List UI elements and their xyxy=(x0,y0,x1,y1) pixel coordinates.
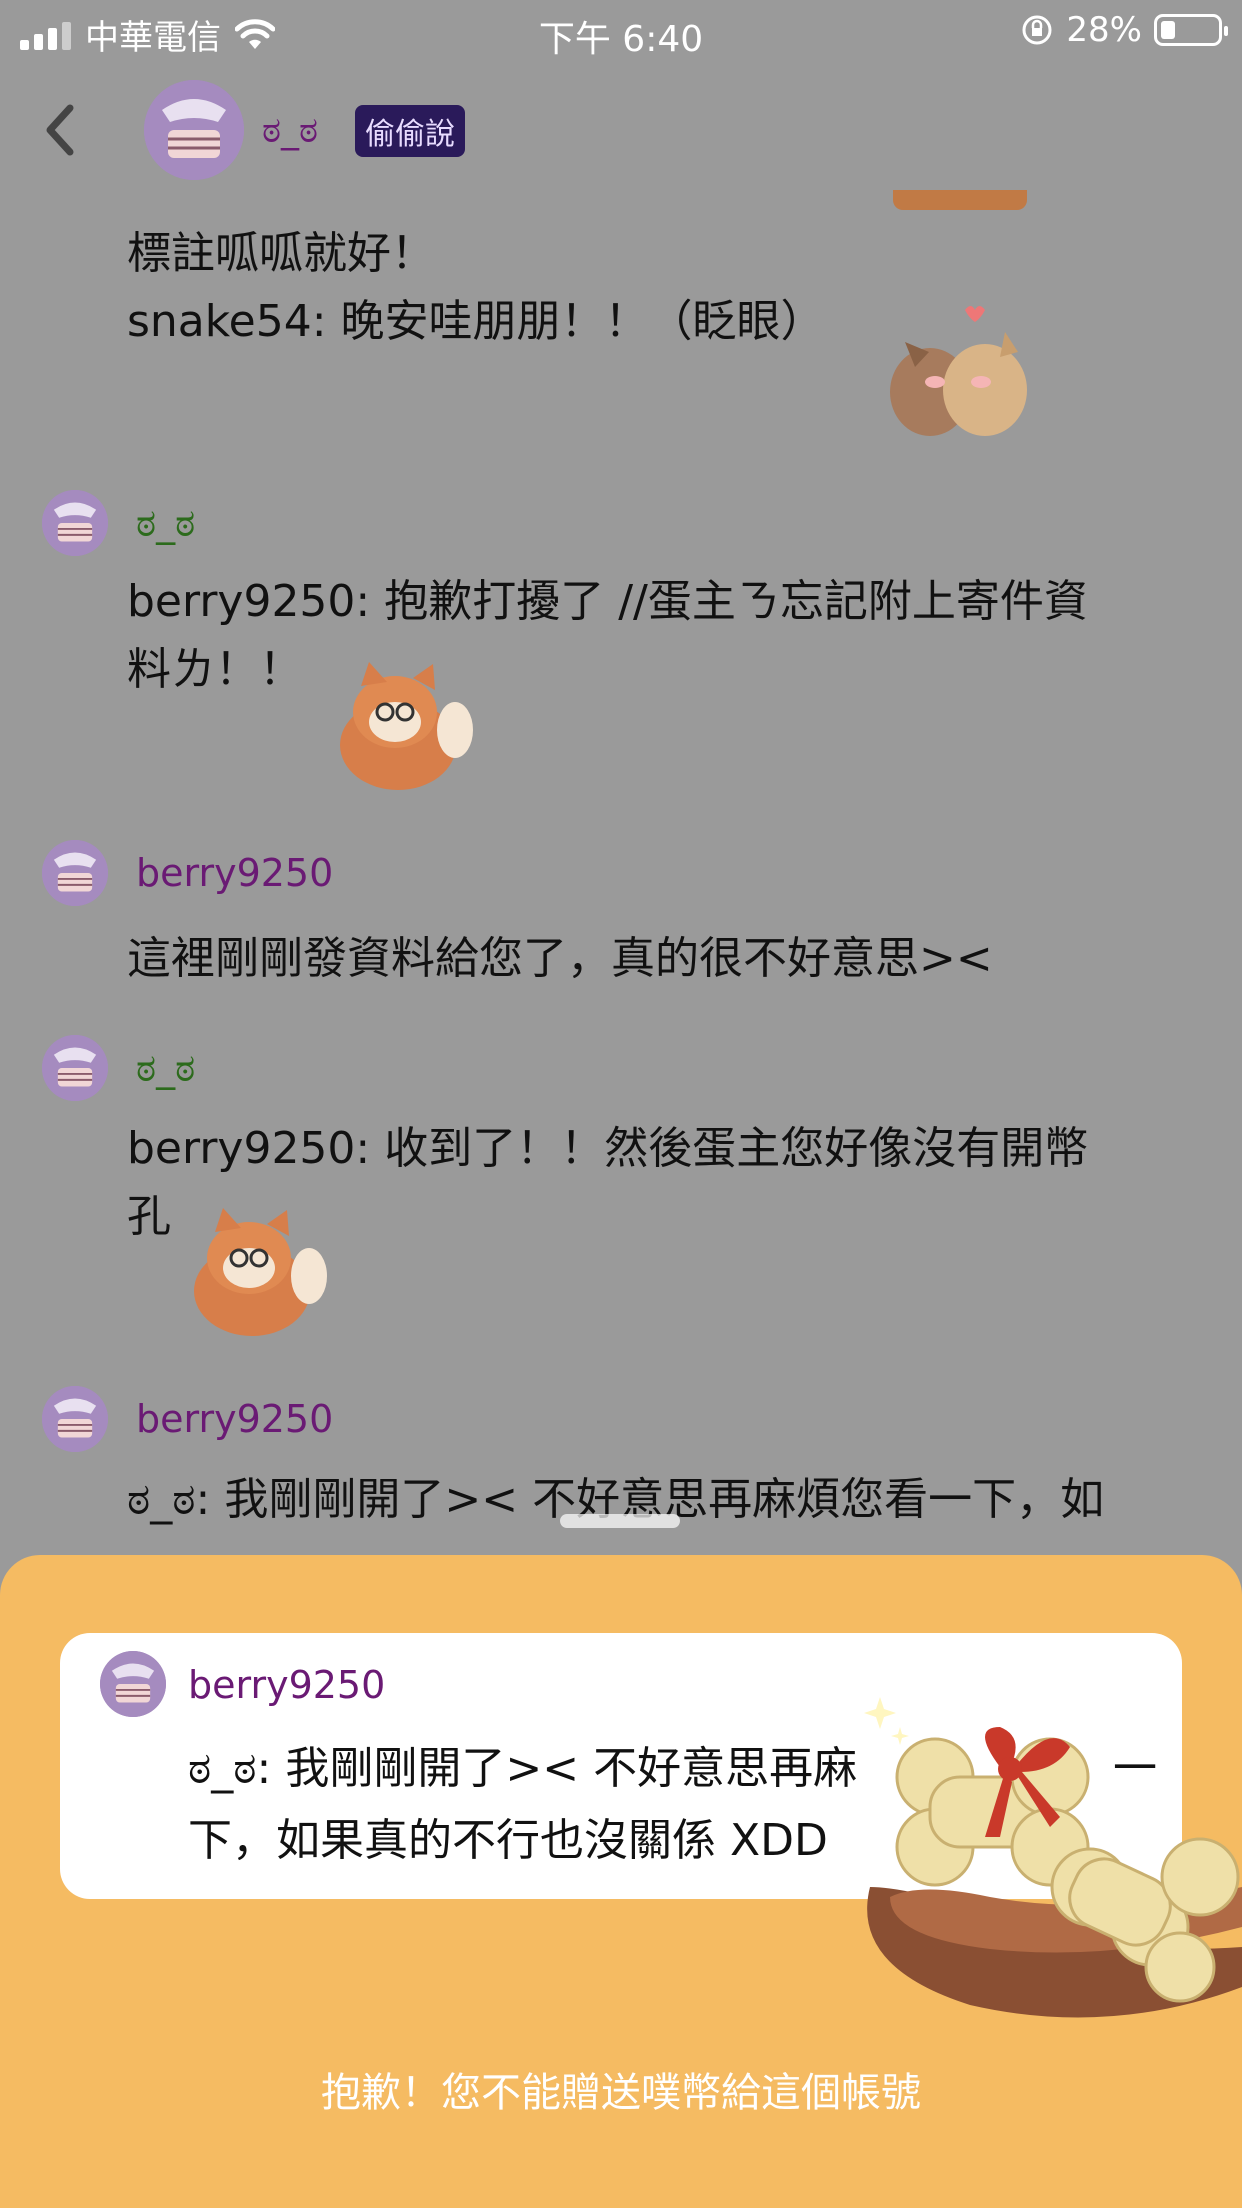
message-username[interactable]: ಠ_ಠ xyxy=(136,501,195,546)
chat-header: ಠ_ಠ 偷偷說 xyxy=(0,70,1242,190)
message-username[interactable]: ಠ_ಠ xyxy=(136,1046,195,1091)
message-username[interactable]: berry9250 xyxy=(136,1397,333,1441)
sticker-image xyxy=(893,190,1027,210)
status-bar: 中華電信 下午 6:40 28% xyxy=(0,0,1242,62)
battery-percent: 28% xyxy=(1066,10,1142,50)
message-header: ಠ_ಠ xyxy=(42,490,195,556)
header-username[interactable]: ಠ_ಠ xyxy=(262,110,318,152)
avatar[interactable] xyxy=(42,1035,108,1101)
card-username: berry9250 xyxy=(188,1663,386,1707)
status-right: 28% xyxy=(1020,10,1228,50)
battery-icon xyxy=(1154,14,1228,46)
avatar[interactable] xyxy=(42,840,108,906)
kissing-animals-sticker xyxy=(885,302,1029,438)
message-username[interactable]: berry9250 xyxy=(136,851,333,895)
fox-sticker xyxy=(187,1206,329,1336)
bone-cookie-illustration xyxy=(850,1687,1242,2027)
fox-sticker xyxy=(333,660,475,790)
avatar[interactable] xyxy=(42,1386,108,1452)
message-text: berry9250: 抱歉打擾了 //蛋主ㄋ忘記附上寄件資 料ㄌ！！ xyxy=(127,576,1088,695)
gift-coins-sheet: berry9250 ಠ_ಠ: 我剛剛開了>< 不好意思再麻一 下，如果真的不行也… xyxy=(0,1555,1242,2208)
message-header: berry9250 xyxy=(42,1386,333,1452)
message-header: berry9250 xyxy=(42,840,333,906)
avatar[interactable] xyxy=(42,490,108,556)
scroll-handle[interactable] xyxy=(560,1514,680,1528)
message-text: 這裡剛剛發資料給您了，真的很不好意思>< xyxy=(127,933,993,984)
message-text: 標註呱呱就好！ snake54: 晚安哇朋朋！！（眨眼） xyxy=(127,228,825,347)
rotation-lock-icon xyxy=(1022,15,1052,45)
cannot-gift-notice: 抱歉！您不能贈送噗幣給這個帳號 xyxy=(321,2070,921,2116)
avatar xyxy=(100,1651,166,1717)
avatar[interactable] xyxy=(144,80,244,180)
message-header: ಠ_ಠ xyxy=(42,1035,195,1101)
anonymous-badge: 偷偷說 xyxy=(355,105,465,157)
chevron-left-icon[interactable] xyxy=(40,100,90,160)
